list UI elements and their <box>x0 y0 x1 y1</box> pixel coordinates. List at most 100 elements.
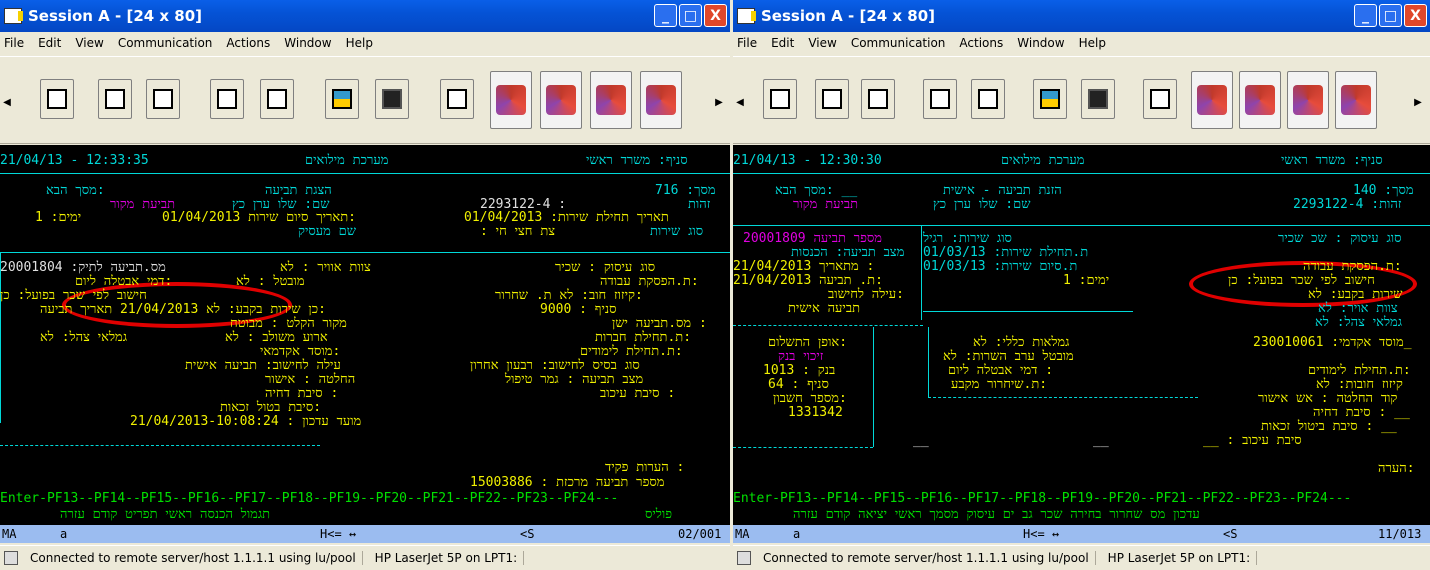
terminal-line: מובטל : לא <box>236 274 305 289</box>
status-bar: Connected to remote server/host 1.1.1.1 … <box>733 545 1430 570</box>
macro-benefits-icon[interactable] <box>490 71 532 129</box>
terminal-line: Enter-PF13--PF14--PF15--PF16--PF17--PF18… <box>0 491 619 506</box>
macro-employer-claims-icon[interactable] <box>1335 71 1377 129</box>
display-setup-icon[interactable] <box>325 79 359 119</box>
terminal-line: גמלאי צהל: לא <box>40 330 128 345</box>
send-file-icon[interactable] <box>210 79 244 119</box>
display-setup-icon[interactable] <box>1033 79 1067 119</box>
terminal-line: סוג שירות <box>650 224 704 239</box>
send-file-icon[interactable] <box>923 79 957 119</box>
toolbar-scroll-left-icon[interactable]: ◀ <box>2 87 12 117</box>
printer-status: HP LaserJet 5P on LPT1: <box>1102 551 1258 565</box>
oia-session: a <box>793 527 801 541</box>
terminal-line: שם: שלו ערן כץ <box>933 197 1031 212</box>
terminal-line: זהות <box>688 197 711 212</box>
oia-select: <S <box>1223 527 1238 541</box>
window-title: Session A - [24 x 80] <box>28 7 203 25</box>
paste-icon[interactable] <box>861 79 895 119</box>
terminal-line: מערכת מילואים <box>1001 153 1085 168</box>
oia-insert: H<= ↔ <box>320 527 357 541</box>
session-app-icon[interactable] <box>737 8 756 24</box>
maximize-button[interactable]: □ <box>679 4 702 27</box>
color-map-icon[interactable] <box>1081 79 1115 119</box>
macro-employer-icon[interactable] <box>540 71 582 129</box>
terminal-line: 21/04/13 - 12:30:30 <box>733 153 882 168</box>
operator-info-area: MA a H<= ↔ <S 11/013 <box>733 525 1430 543</box>
terminal-line: שם מעסיק <box>298 224 356 239</box>
terminal-line: ימים: 1 <box>35 210 82 225</box>
terminal-line: תביעת מקור <box>793 197 859 212</box>
toolbar-scroll-left-icon[interactable]: ◀ <box>735 87 745 117</box>
terminal-screen[interactable]: 21/04/13 - 12:30:30 מערכת מילואים סניף: מש… <box>733 145 1430 525</box>
minimize-button[interactable]: _ <box>1354 4 1377 27</box>
menu-communication[interactable]: Communication <box>851 36 946 50</box>
menu-view[interactable]: View <box>75 36 103 50</box>
terminal-line: סיבת עיכוב : <box>600 386 676 401</box>
edit-macro-icon[interactable] <box>1143 79 1177 119</box>
terminal-line: הערה: <box>1378 461 1415 476</box>
receive-file-icon[interactable] <box>971 79 1005 119</box>
terminal-line: 1331342 <box>788 405 843 420</box>
session-window-right: Session A - [24 x 80] _ □ X File Edit Vi… <box>733 0 1430 570</box>
cursor-position: 11/013 <box>1378 527 1422 541</box>
terminal-line: ת.סיום שירות: 01/03/13 <box>923 259 1078 274</box>
close-button[interactable]: X <box>704 4 727 27</box>
menu-help[interactable]: Help <box>1079 36 1106 50</box>
copy-icon[interactable] <box>815 79 849 119</box>
menu-actions[interactable]: Actions <box>226 36 270 50</box>
printer-status: HP LaserJet 5P on LPT1: <box>369 551 525 565</box>
connection-icon <box>4 551 18 565</box>
print-screen-icon[interactable] <box>40 79 74 119</box>
menu-communication[interactable]: Communication <box>118 36 213 50</box>
connection-status: Connected to remote server/host 1.1.1.1 … <box>24 551 363 565</box>
terminal-line: סניף: משרד ראשי <box>586 153 688 168</box>
menu-file[interactable]: File <box>4 36 24 50</box>
terminal-line: : צת חצי חי <box>480 224 556 239</box>
print-screen-icon[interactable] <box>763 79 797 119</box>
oia-mode: MA <box>735 527 750 541</box>
oia-select: <S <box>520 527 535 541</box>
macro-personal-icon[interactable] <box>590 71 632 129</box>
menu-window[interactable]: Window <box>1017 36 1064 50</box>
terminal-line: הערות פקיד : <box>605 460 685 475</box>
macro-employer-icon[interactable] <box>1239 71 1281 129</box>
toolbar-scroll-right-icon[interactable]: ▶ <box>714 87 724 117</box>
title-bar[interactable]: Session A - [24 x 80] _ □ X <box>0 0 730 32</box>
title-bar[interactable]: Session A - [24 x 80] _ □ X <box>733 0 1430 32</box>
session-window-left: Session A - [24 x 80] _ □ X File Edit Vi… <box>0 0 730 570</box>
menu-edit[interactable]: Edit <box>38 36 61 50</box>
operator-info-area: MA a H<= ↔ <S 02/001 <box>0 525 730 543</box>
oia-insert: H<= ↔ <box>1023 527 1060 541</box>
maximize-button[interactable]: □ <box>1379 4 1402 27</box>
terminal-line: סניף: משרד ראשי <box>1281 153 1383 168</box>
macro-personal-icon[interactable] <box>1287 71 1329 129</box>
menu-edit[interactable]: Edit <box>771 36 794 50</box>
terminal-screen[interactable]: 21/04/13 - 12:33:35 מערכת מילואים סניף: מש… <box>0 145 730 525</box>
paste-icon[interactable] <box>146 79 180 119</box>
menu-window[interactable]: Window <box>284 36 331 50</box>
terminal-line: __ <box>1093 433 1109 448</box>
edit-macro-icon[interactable] <box>440 79 474 119</box>
copy-icon[interactable] <box>98 79 132 119</box>
menu-file[interactable]: File <box>737 36 757 50</box>
toolbar-scroll-right-icon[interactable]: ▶ <box>1413 87 1423 117</box>
macro-employer-claims-icon[interactable] <box>640 71 682 129</box>
menu-actions[interactable]: Actions <box>959 36 1003 50</box>
window-title: Session A - [24 x 80] <box>761 7 936 25</box>
terminal-line: 21/04/2013-10:08:24 : מועד עדכון <box>130 414 362 429</box>
menu-view[interactable]: View <box>808 36 836 50</box>
color-map-icon[interactable] <box>375 79 409 119</box>
menu-help[interactable]: Help <box>346 36 373 50</box>
connection-status: Connected to remote server/host 1.1.1.1 … <box>757 551 1096 565</box>
session-app-icon[interactable] <box>4 8 23 24</box>
minimize-button[interactable]: _ <box>654 4 677 27</box>
receive-file-icon[interactable] <box>260 79 294 119</box>
terminal-line: סניף : 9000 <box>540 302 617 317</box>
close-button[interactable]: X <box>1404 4 1427 27</box>
oia-session: a <box>60 527 68 541</box>
macro-benefits-icon[interactable] <box>1191 71 1233 129</box>
cursor-position: 02/001 <box>678 527 722 541</box>
terminal-line: ימים: 1 <box>1063 273 1110 288</box>
terminal-line: מערכת מילואים <box>305 153 389 168</box>
terminal-line: __ : סיבת עיכוב <box>1203 433 1302 448</box>
